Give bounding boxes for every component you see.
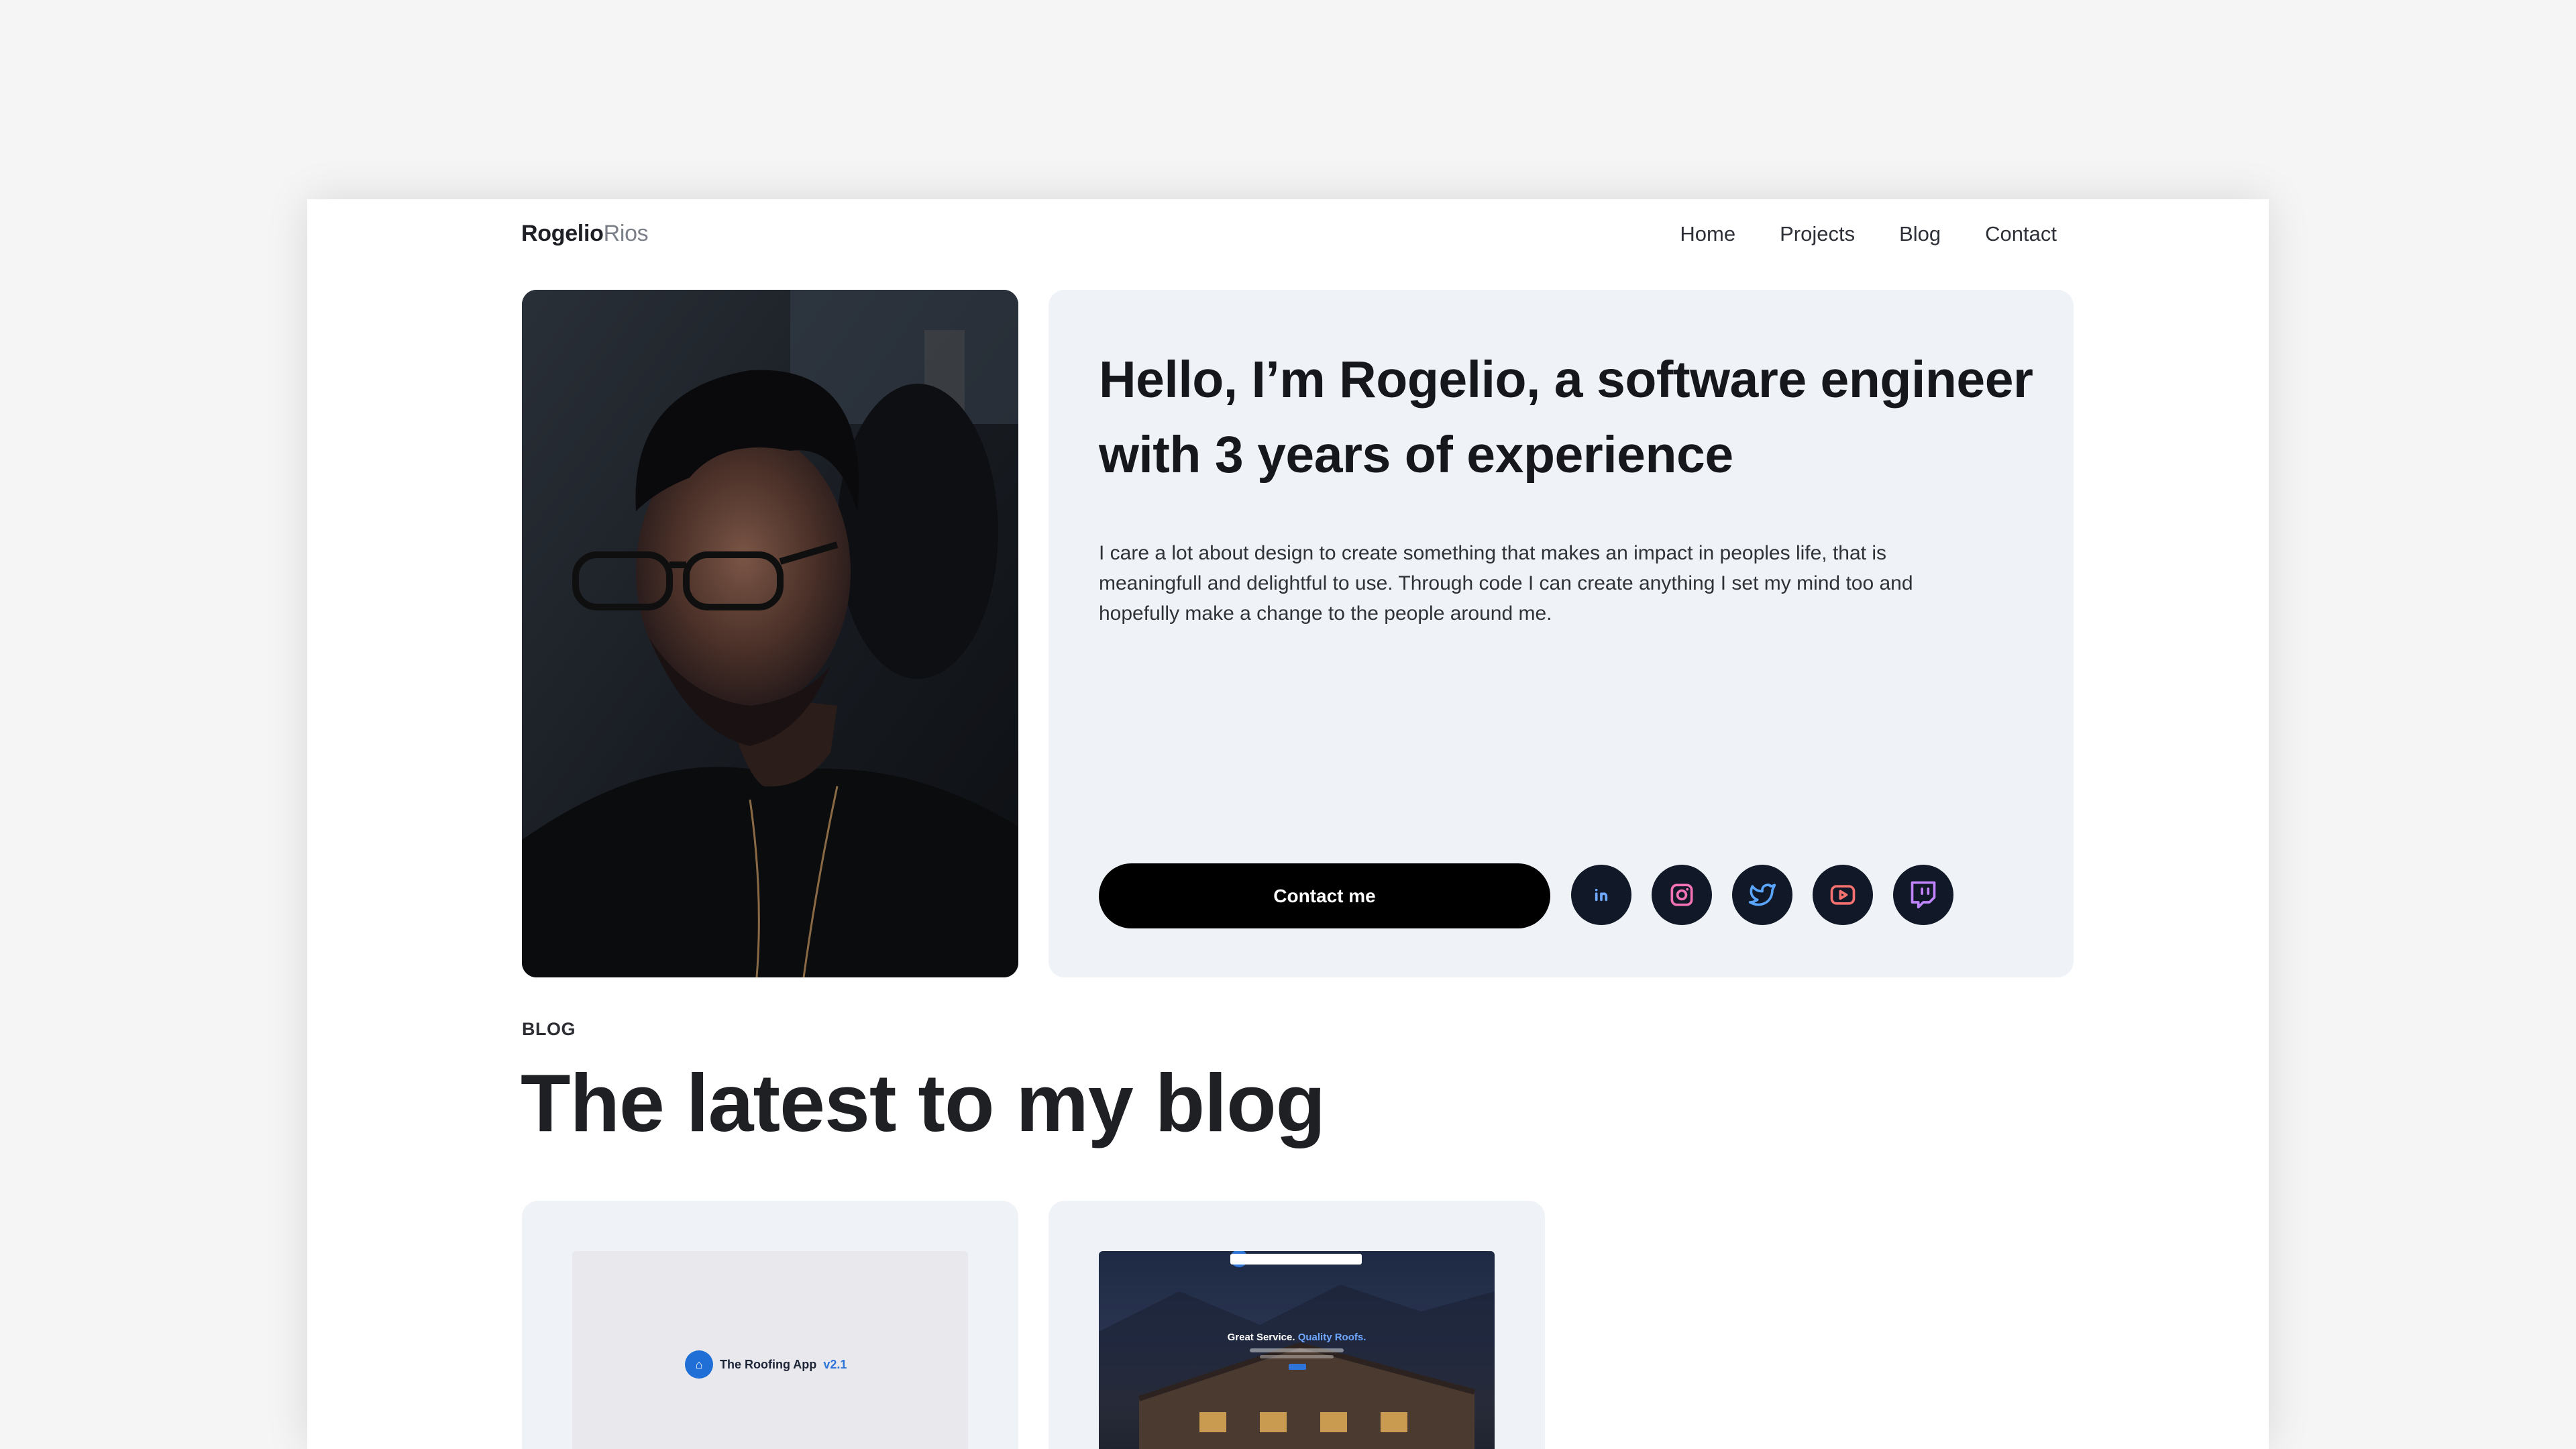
- twitch-icon: [1911, 881, 1936, 909]
- nav-blog-link[interactable]: Blog: [1899, 222, 1941, 246]
- blog-thumbnail: Great Service. Quality Roofs.: [1099, 1251, 1495, 1449]
- blog-card[interactable]: Great Service. Quality Roofs.: [1049, 1201, 1545, 1449]
- thumbnail-headline-part-b: Quality Roofs.: [1297, 1332, 1366, 1343]
- blog-thumbnail: ⌂ The Roofing App v2.1: [572, 1251, 968, 1449]
- contact-me-button[interactable]: Contact me: [1099, 863, 1550, 928]
- blog-section-title: The latest to my blog: [521, 1057, 1326, 1148]
- social-links: [1571, 865, 1953, 925]
- twitter-link[interactable]: [1732, 865, 1792, 925]
- top-navigation: Home Projects Blog Contact: [1680, 222, 2057, 246]
- roofing-app-name: The Roofing App: [720, 1357, 817, 1371]
- youtube-link[interactable]: [1813, 865, 1873, 925]
- profile-photo: [522, 290, 1018, 977]
- blog-card[interactable]: ⌂ The Roofing App v2.1: [522, 1201, 1018, 1449]
- thumbnail-cta-button: [1289, 1364, 1306, 1370]
- logo-first-name: Rogelio: [521, 221, 604, 246]
- instagram-link[interactable]: [1652, 865, 1712, 925]
- thumbnail-subtext-line: [1250, 1348, 1344, 1352]
- thumbnail-subtext-line: [1260, 1355, 1334, 1358]
- portfolio-page: RogelioRios Home Projects Blog Contact H…: [307, 199, 2269, 1449]
- nav-contact-link[interactable]: Contact: [1985, 222, 2057, 246]
- thumbnail-headline: Great Service. Quality Roofs.: [1099, 1332, 1495, 1343]
- linkedin-icon: [1595, 888, 1608, 902]
- roofing-app-version: v2.1: [823, 1357, 847, 1371]
- logo-last-name: Rios: [603, 221, 649, 246]
- instagram-icon: [1670, 883, 1693, 906]
- twitch-link[interactable]: [1893, 865, 1953, 925]
- nav-home-link[interactable]: Home: [1680, 222, 1735, 246]
- hero-title: Hello, I’m Rogelio, a software engineer …: [1099, 351, 2033, 484]
- hero-card: Hello, I’m Rogelio, a software engineer …: [1049, 290, 2074, 977]
- hero-description: I care a lot about design to create some…: [1099, 542, 1913, 625]
- twitter-icon: [1748, 883, 1776, 906]
- thumbnail-headline-part-a: Great Service.: [1227, 1332, 1295, 1343]
- linkedin-link[interactable]: [1571, 865, 1631, 925]
- blog-section-label: BLOG: [522, 1019, 576, 1039]
- nav-projects-link[interactable]: Projects: [1780, 222, 1855, 246]
- mini-navbar: [1230, 1254, 1362, 1265]
- site-logo[interactable]: RogelioRios: [521, 221, 649, 247]
- youtube-icon: [1830, 885, 1856, 905]
- house-icon: ⌂: [685, 1350, 713, 1379]
- roofing-app-logo: ⌂ The Roofing App v2.1: [685, 1350, 847, 1379]
